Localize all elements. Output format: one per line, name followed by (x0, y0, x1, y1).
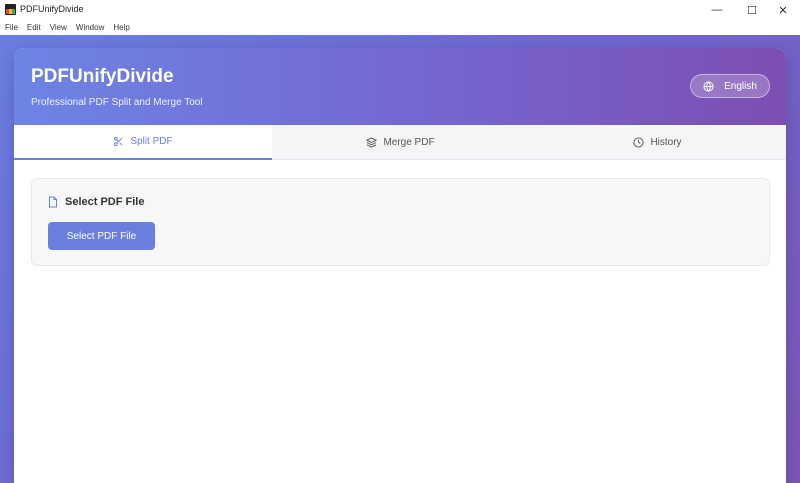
select-file-title: Select PDF File (65, 196, 145, 208)
tab-merge-label: Merge PDF (383, 137, 435, 148)
close-button[interactable]: ✕ (766, 0, 800, 20)
clock-icon (633, 137, 644, 148)
select-pdf-button[interactable]: Select PDF File (48, 222, 155, 250)
tab-split-label: Split PDF (130, 136, 173, 147)
tab-history[interactable]: History (529, 125, 786, 160)
language-button[interactable]: English (690, 74, 770, 98)
tab-split-pdf[interactable]: Split PDF (14, 125, 272, 160)
file-icon (49, 196, 57, 208)
window-title: PDFUnifyDivide (20, 4, 84, 14)
menu-view[interactable]: View (50, 23, 67, 32)
app-header: PDFUnifyDivide Professional PDF Split an… (14, 48, 786, 125)
app-logo-icon (5, 4, 16, 15)
globe-icon (703, 80, 714, 92)
layers-icon (366, 137, 378, 148)
app-name: PDFUnifyDivide (31, 66, 174, 87)
main-card: PDFUnifyDivide Professional PDF Split an… (14, 48, 786, 483)
tab-bar: Split PDF Merge PDF History (14, 125, 786, 160)
scissors-icon (114, 136, 123, 147)
window-titlebar: PDFUnifyDivide — ☐ ✕ (0, 0, 800, 20)
tab-history-label: History (650, 137, 682, 148)
tab-merge-pdf[interactable]: Merge PDF (272, 125, 529, 160)
minimize-button[interactable]: — (700, 0, 734, 20)
menu-help[interactable]: Help (113, 23, 129, 32)
maximize-button[interactable]: ☐ (735, 0, 769, 20)
menu-edit[interactable]: Edit (27, 23, 41, 32)
select-file-panel: Select PDF File Select PDF File (31, 178, 770, 266)
menu-bar: File Edit View Window Help (0, 20, 800, 35)
menu-file[interactable]: File (5, 23, 18, 32)
app-subtitle: Professional PDF Split and Merge Tool (31, 97, 203, 108)
select-file-heading: Select PDF File (48, 196, 144, 208)
menu-window[interactable]: Window (76, 23, 104, 32)
language-label: English (724, 80, 757, 92)
